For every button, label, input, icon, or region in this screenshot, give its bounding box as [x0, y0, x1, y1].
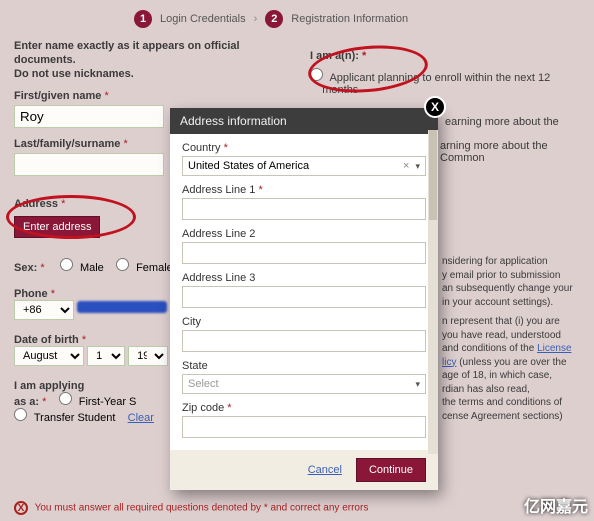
step-2-label: Registration Information: [291, 13, 408, 25]
i-am-a-label: I am a(n): *: [310, 50, 584, 62]
state-select[interactable]: Select ▾: [182, 374, 426, 394]
required-icon: *: [82, 334, 86, 346]
required-icon: *: [40, 262, 44, 274]
sex-label: Sex:: [14, 262, 37, 274]
addr3-label: Address Line 3: [182, 272, 426, 284]
modal-title-bar: Address information X: [170, 108, 438, 134]
close-icon[interactable]: X: [424, 96, 446, 118]
sex-male-label: Male: [80, 262, 104, 274]
clear-selection-icon[interactable]: ×: [403, 160, 409, 172]
step-2-badge: 2: [265, 10, 283, 28]
step-indicator: 1 Login Credentials › 2 Registration Inf…: [134, 10, 580, 28]
dob-day-select[interactable]: 1: [87, 346, 125, 366]
addr2-label: Address Line 2: [182, 228, 426, 240]
zip-label: Zip code: [182, 402, 224, 414]
opt-tail: earning more about the: [445, 116, 559, 128]
watermark: 亿网嘉元: [524, 493, 588, 517]
license-link[interactable]: License: [537, 343, 571, 354]
cancel-button[interactable]: Cancel: [308, 464, 342, 476]
modal-scrollbar[interactable]: [428, 130, 438, 454]
first-year-radio[interactable]: [59, 392, 72, 405]
dob-month-select[interactable]: August: [14, 346, 84, 366]
country-label: Country: [182, 142, 221, 154]
phone-label: Phone: [14, 288, 48, 300]
first-name-label: First/given name: [14, 90, 101, 102]
zip-input[interactable]: [182, 416, 426, 438]
required-icon: *: [104, 90, 108, 102]
applying-label-2: as a:: [14, 396, 39, 408]
policy-link[interactable]: licy: [442, 357, 456, 368]
transfer-radio[interactable]: [14, 408, 27, 421]
addr1-label: Address Line 1: [182, 184, 255, 196]
step-1-label: Login Credentials: [160, 13, 246, 25]
error-text: You must answer all required questions d…: [35, 503, 369, 514]
sex-male-radio[interactable]: [60, 258, 73, 271]
required-icon: *: [123, 138, 127, 150]
last-name-label: Last/family/surname: [14, 138, 120, 150]
error-banner: X You must answer all required questions…: [14, 501, 368, 515]
sex-female-radio[interactable]: [116, 258, 129, 271]
required-icon: *: [61, 198, 65, 210]
step-arrow-icon: ›: [254, 13, 258, 25]
continue-button[interactable]: Continue: [356, 458, 426, 482]
first-name-input[interactable]: [14, 105, 164, 128]
chevron-down-icon: ▾: [415, 161, 420, 172]
addr2-input[interactable]: [182, 242, 426, 264]
chevron-down-icon: ▾: [415, 379, 420, 390]
addr3-input[interactable]: [182, 286, 426, 308]
state-label: State: [182, 360, 426, 372]
country-value: United States of America: [188, 160, 309, 172]
dob-label: Date of birth: [14, 334, 79, 346]
step-1-badge: 1: [134, 10, 152, 28]
clear-link[interactable]: Clear: [128, 412, 154, 424]
address-modal: Address information X Country * United S…: [170, 108, 438, 490]
last-name-input[interactable]: [14, 153, 164, 176]
enter-address-button[interactable]: Enter address: [14, 216, 100, 238]
addr1-input[interactable]: [182, 198, 426, 220]
city-input[interactable]: [182, 330, 426, 352]
applicant-enroll-radio[interactable]: [310, 68, 323, 81]
agreement-text: nsidering for application y email prior …: [442, 255, 584, 423]
state-placeholder: Select: [188, 378, 219, 390]
scroll-thumb[interactable]: [429, 130, 437, 220]
phone-number-redacted: [77, 301, 167, 313]
error-icon: X: [14, 501, 28, 515]
sex-female-label: Female: [136, 262, 173, 274]
phone-country-code-select[interactable]: +86: [14, 300, 74, 320]
first-year-label: First-Year S: [79, 396, 137, 408]
opt-tail: arning more about the Common: [440, 140, 548, 164]
transfer-label: Transfer Student: [34, 412, 116, 424]
modal-title: Address information: [180, 114, 287, 128]
country-select[interactable]: United States of America × ▾: [182, 156, 426, 176]
city-label: City: [182, 316, 426, 328]
required-icon: *: [42, 396, 46, 408]
applicant-enroll-label: Applicant planning to enroll within the …: [329, 72, 550, 84]
dob-year-select[interactable]: 19: [128, 346, 168, 366]
address-label: Address: [14, 198, 58, 210]
required-icon: *: [51, 288, 55, 300]
